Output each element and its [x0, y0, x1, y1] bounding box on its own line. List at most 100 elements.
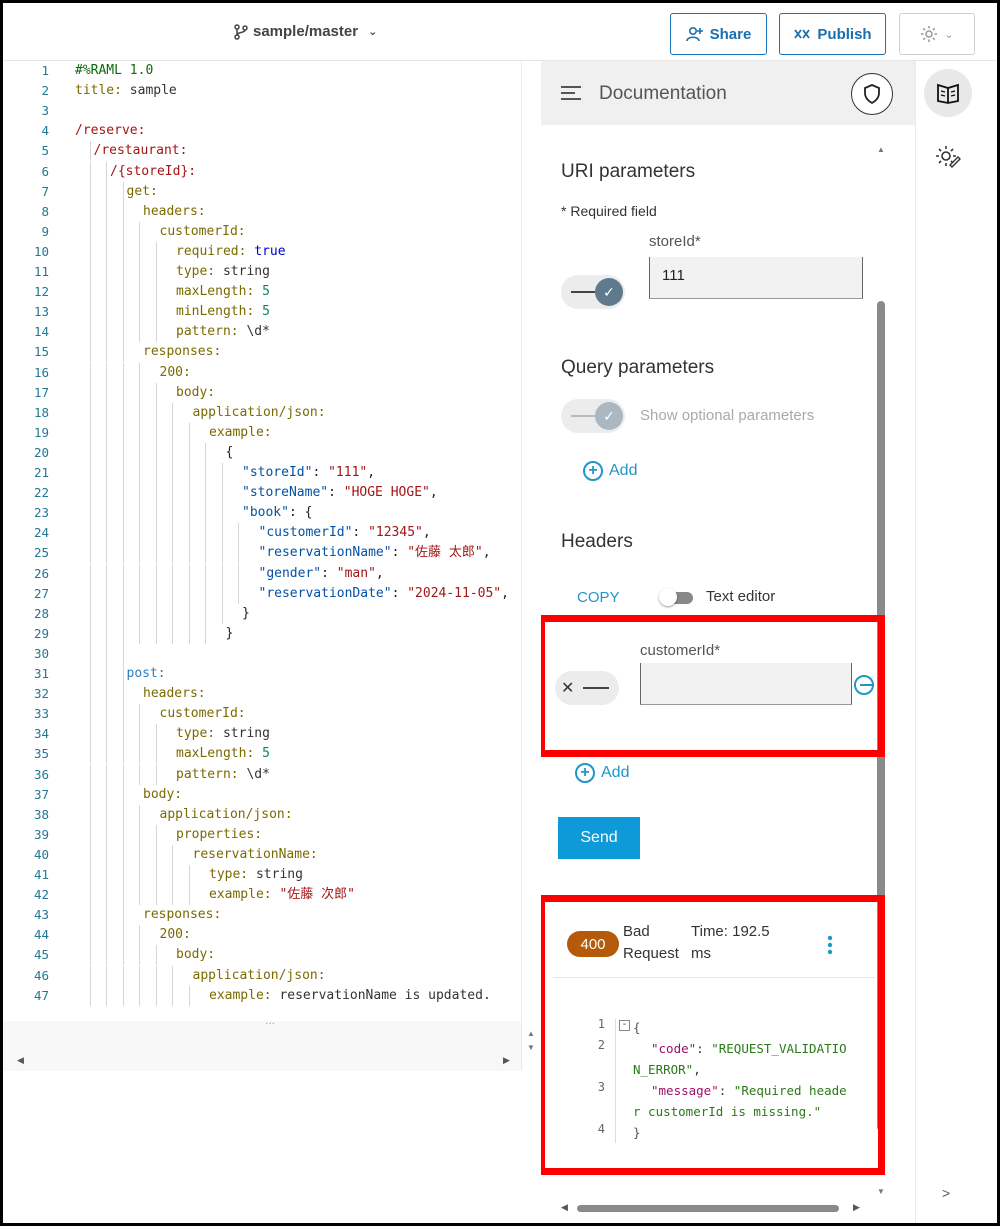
indent-guide [89, 885, 91, 906]
code-line[interactable]: 32 headers: [3, 684, 521, 705]
copy-button[interactable]: COPY [577, 589, 620, 606]
code-line[interactable]: 30 [3, 643, 521, 664]
code-line[interactable]: 47 example: reservationName is updated. [3, 985, 521, 1006]
scroll-left-icon[interactable]: ◀ [17, 1055, 24, 1066]
line-number: 45 [33, 947, 49, 963]
code-line[interactable]: 27 "reservationDate": "2024-11-05", [3, 583, 521, 604]
storeid-input[interactable]: 111 [649, 257, 863, 299]
menu-icon[interactable] [561, 85, 581, 101]
settings-dropdown-button[interactable]: ⌄ [899, 13, 975, 55]
api-settings-icon[interactable] [934, 143, 962, 171]
indent-guide [172, 885, 173, 906]
code-line[interactable]: 13 minLength: 5 [3, 302, 521, 323]
code-line[interactable]: 41 type: string [3, 865, 521, 885]
scroll-down-icon[interactable]: ▼ [527, 1043, 535, 1052]
publish-button[interactable]: Publish [779, 13, 886, 55]
code-line[interactable]: 28} [3, 603, 521, 624]
code-line[interactable]: 31 post: [3, 664, 521, 684]
top-bar: sample/master ⌄ Share Publish ⌄ [3, 3, 997, 61]
customerid-input[interactable] [640, 663, 852, 705]
code-line[interactable]: 18 application/json: [3, 402, 521, 423]
code-line[interactable]: 7 get: [3, 181, 521, 202]
code-line[interactable]: 12 maxLength: 5 [3, 282, 521, 303]
code-line[interactable]: 14 pattern: \d* [3, 322, 521, 343]
documentation-horizontal-scrollbar[interactable]: ◀ ▶ [561, 1202, 861, 1213]
scroll-right-icon[interactable]: ▶ [503, 1055, 510, 1066]
scroll-down-icon[interactable]: ▼ [877, 1187, 885, 1196]
code-line[interactable]: 16 200: [3, 362, 521, 383]
code-line[interactable]: 2 title: sample [3, 81, 521, 101]
editor-horizontal-scrollbar[interactable]: ... ◀ ▶ [3, 1013, 521, 1071]
indent-guide [155, 563, 157, 584]
code-line[interactable]: 21 "storeId": "111", [3, 463, 521, 483]
code-line[interactable]: 36 pattern: \d* [3, 764, 521, 785]
code-line[interactable]: 34 type: string [3, 724, 521, 745]
indent-guide [122, 804, 124, 825]
scroll-left-icon[interactable]: ◀ [561, 1202, 568, 1213]
code-line[interactable]: 26 "gender": "man", [3, 563, 521, 584]
storeid-enabled-toggle[interactable]: ✓ [561, 275, 625, 309]
code-line[interactable]: 5/restaurant: [3, 141, 521, 162]
code-line[interactable]: 38 application/json: [3, 804, 521, 825]
code-line[interactable]: 44 200: [3, 925, 521, 946]
code-line[interactable]: 39 properties: [3, 824, 521, 845]
shield-icon [864, 84, 880, 104]
documentation-tab-button[interactable] [924, 69, 972, 117]
collapse-icon[interactable]: - [619, 1020, 630, 1031]
share-button[interactable]: Share [670, 13, 767, 55]
code-line[interactable]: 6 /{storeId}: [3, 161, 521, 182]
code-line[interactable]: 19 example: [3, 422, 521, 443]
line-number: 3 [41, 103, 49, 119]
code-line[interactable]: 1 #%RAML 1.0 [3, 61, 521, 81]
indent-guide [122, 282, 124, 303]
indent-guide [106, 241, 107, 262]
code-line[interactable]: 4/reserve: [3, 121, 521, 141]
code-line[interactable]: 46 application/json: [3, 965, 521, 986]
code-line[interactable]: 33 customerId: [3, 704, 521, 725]
code-line[interactable]: 45 body: [3, 945, 521, 966]
code-line[interactable]: 29} [3, 623, 521, 644]
add-query-parameter-button[interactable]: + Add [583, 461, 637, 481]
code-line[interactable]: 17 body: [3, 382, 521, 403]
code-line[interactable]: 37 body: [3, 784, 521, 805]
indent-guide [205, 583, 206, 604]
code-line[interactable]: 9 customerId: [3, 221, 521, 242]
indent-guide [188, 463, 190, 483]
line-number: 2 [41, 83, 49, 99]
editor-vertical-scrollbar[interactable]: ▲ ▼ [521, 61, 541, 1223]
code-line[interactable]: 35 maxLength: 5 [3, 744, 521, 765]
text-editor-toggle[interactable] [659, 588, 697, 606]
code-line[interactable]: 43 responses: [3, 905, 521, 926]
code-line[interactable]: 23 "book": { [3, 503, 521, 524]
show-optional-toggle[interactable]: ✓ [561, 399, 625, 433]
more-options-icon[interactable] [827, 935, 833, 955]
scroll-right-icon[interactable]: ▶ [853, 1202, 860, 1213]
branch-selector[interactable]: sample/master ⌄ [233, 23, 377, 40]
customerid-enabled-toggle[interactable]: ✕ [555, 671, 619, 705]
indent-guide [172, 583, 173, 604]
code-line[interactable]: 8 headers: [3, 201, 521, 222]
scroll-up-icon[interactable]: ▲ [877, 145, 885, 154]
scroll-up-icon[interactable]: ▲ [527, 1029, 535, 1038]
add-header-button[interactable]: + Add [575, 763, 629, 783]
security-button[interactable] [851, 73, 893, 115]
indent-guide [89, 422, 91, 443]
code-line[interactable]: 20 { [3, 442, 521, 463]
indent-guide [89, 844, 91, 865]
code-line[interactable]: 3 [3, 101, 521, 121]
code-line[interactable]: 22 "storeName": "HOGE HOGE", [3, 483, 521, 504]
code-line[interactable]: 10 required: true [3, 241, 521, 262]
code-line[interactable]: 15 responses: [3, 342, 521, 363]
indent-guide [139, 262, 140, 282]
code-line[interactable]: 25 "reservationName": "佐藤 太郎", [3, 543, 521, 564]
expand-panel-button[interactable]: > [942, 1185, 950, 1201]
code-line[interactable]: 24 "customerId": "12345", [3, 523, 521, 544]
line-number: 6 [41, 163, 49, 179]
code-line[interactable]: 40 reservationName: [3, 844, 521, 865]
code-line[interactable]: 11 type: string [3, 262, 521, 282]
send-button[interactable]: Send [558, 817, 640, 859]
code-editor[interactable]: 1 #%RAML 1.0 2 title: sample 3 4/reserve: 5/re… [3, 61, 521, 1021]
indent-guide [139, 503, 140, 524]
code-line[interactable]: 42 example: "佐藤 次郎" [3, 885, 521, 906]
remove-header-icon[interactable] [854, 675, 874, 695]
